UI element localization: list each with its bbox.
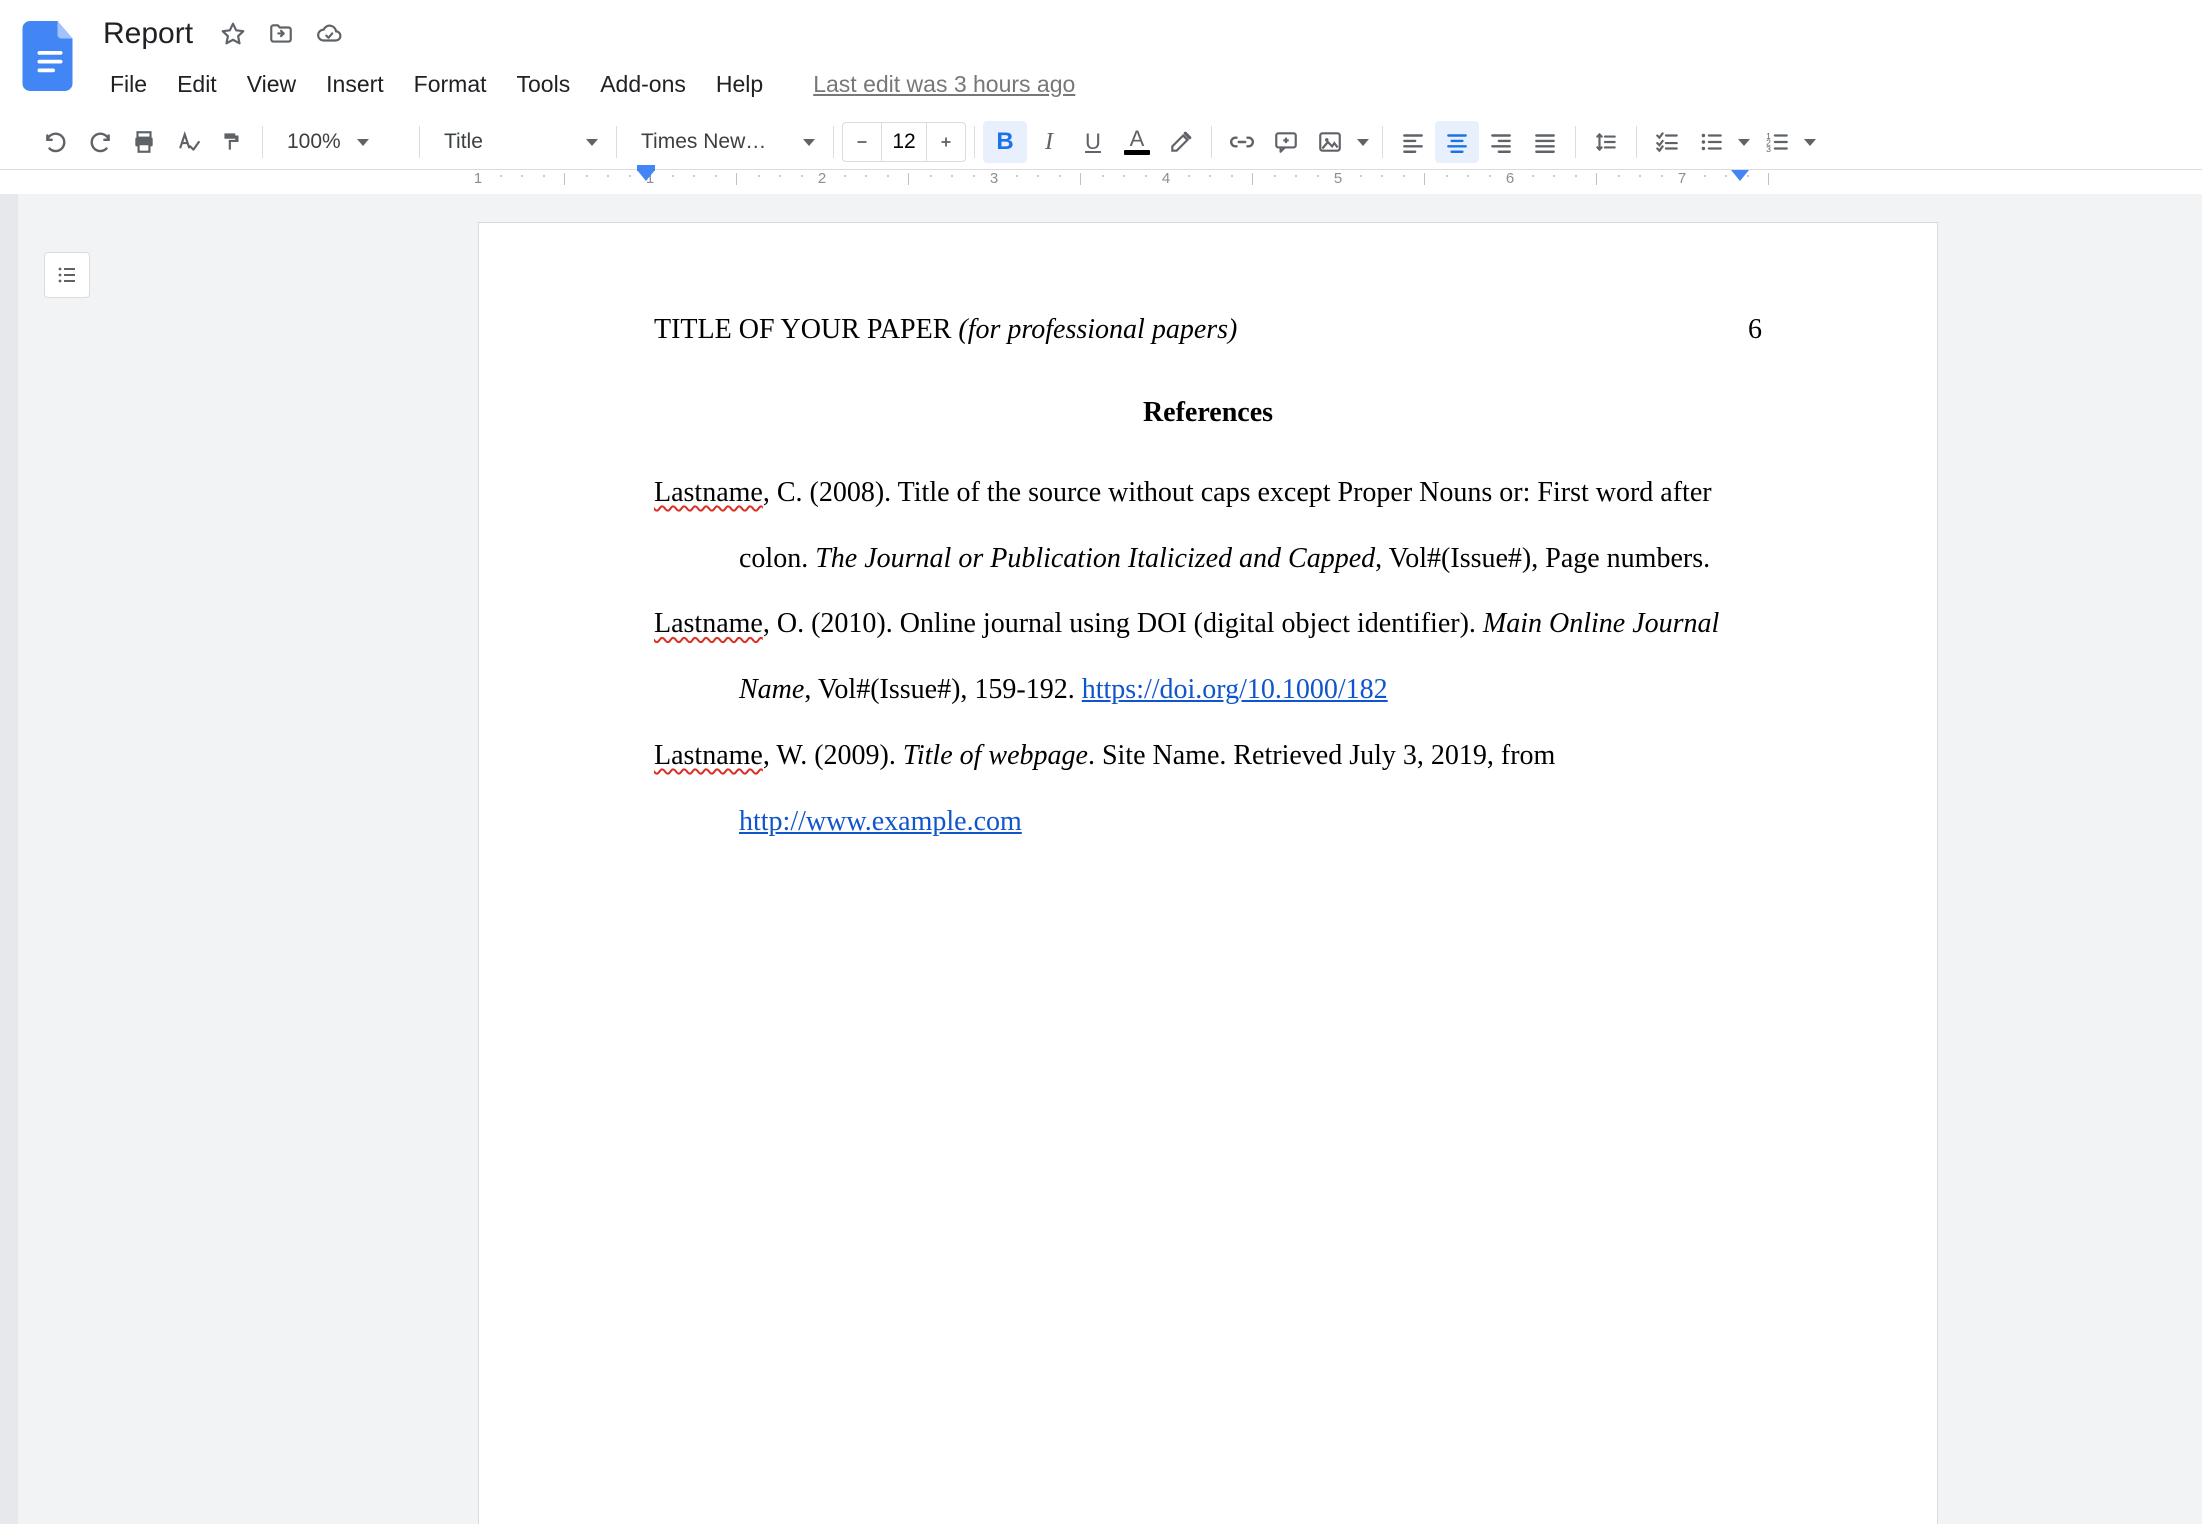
- decrease-font-size-button[interactable]: [843, 123, 881, 161]
- running-head-title: TITLE OF YOUR PAPER: [654, 314, 958, 345]
- caret-down-icon: [1738, 139, 1750, 146]
- insert-image-caret[interactable]: [1352, 121, 1374, 163]
- undo-button[interactable]: [34, 121, 78, 163]
- menu-view[interactable]: View: [233, 65, 310, 104]
- bulleted-list-caret[interactable]: [1733, 121, 1755, 163]
- zoom-select[interactable]: 100%: [271, 121, 411, 163]
- underline-button[interactable]: U: [1071, 121, 1115, 163]
- toolbar-separator: [1211, 126, 1212, 158]
- menu-format[interactable]: Format: [400, 65, 501, 104]
- menu-insert[interactable]: Insert: [312, 65, 398, 104]
- toolbar-separator: [1636, 126, 1637, 158]
- star-icon[interactable]: [218, 19, 248, 49]
- insert-link-button[interactable]: [1220, 121, 1264, 163]
- svg-text:3: 3: [1766, 144, 1771, 154]
- page-number: 6: [1748, 313, 1762, 347]
- checklist-button[interactable]: [1645, 121, 1689, 163]
- section-title: References: [654, 393, 1762, 432]
- toolbar-separator: [833, 126, 834, 158]
- numbered-list-caret[interactable]: [1799, 121, 1821, 163]
- ruler-number: 7: [1678, 170, 1686, 187]
- toolbar-separator: [616, 126, 617, 158]
- add-comment-button[interactable]: [1264, 121, 1308, 163]
- increase-font-size-button[interactable]: [927, 123, 965, 161]
- text-color-button[interactable]: A: [1115, 121, 1159, 163]
- ruler-number: 5: [1334, 170, 1342, 187]
- document-title-input[interactable]: Report: [96, 12, 200, 56]
- bulleted-list-button[interactable]: [1689, 121, 1733, 163]
- reference-entry: Lastname, W. (2009). Title of webpage. S…: [654, 723, 1762, 855]
- paragraph-style-select[interactable]: Title: [428, 121, 608, 163]
- ruler[interactable]: 11234567: [0, 170, 2202, 194]
- cloud-status-icon[interactable]: [314, 19, 344, 49]
- insert-image-button[interactable]: [1308, 121, 1352, 163]
- caret-down-icon: [357, 139, 369, 146]
- right-indent-marker[interactable]: [1731, 170, 1749, 181]
- toolbar-separator: [1575, 126, 1576, 158]
- toolbar-separator: [262, 126, 263, 158]
- first-line-indent-marker[interactable]: [637, 170, 655, 181]
- app-header: Report File Edit View Insert Format Tool…: [0, 0, 2202, 114]
- line-spacing-button[interactable]: [1584, 121, 1628, 163]
- hyperlink[interactable]: http://www.example.com: [739, 806, 1022, 837]
- align-right-button[interactable]: [1479, 121, 1523, 163]
- paint-format-button[interactable]: [210, 121, 254, 163]
- align-justify-button[interactable]: [1523, 121, 1567, 163]
- menubar: File Edit View Insert Format Tools Add-o…: [96, 64, 1089, 104]
- ruler-number: 4: [1162, 170, 1170, 187]
- numbered-list-button[interactable]: 123: [1755, 121, 1799, 163]
- running-head-note: (for professional papers): [958, 314, 1237, 345]
- hyperlink[interactable]: https://doi.org/10.1000/182: [1082, 674, 1388, 705]
- docs-logo-icon[interactable]: [20, 16, 80, 96]
- menu-file[interactable]: File: [96, 65, 161, 104]
- italic-button[interactable]: I: [1027, 121, 1071, 163]
- paragraph-style-value: Title: [444, 130, 483, 154]
- menu-addons[interactable]: Add-ons: [586, 65, 700, 104]
- spellcheck-squiggle: Lastname: [654, 740, 763, 771]
- spellcheck-squiggle: Lastname: [654, 477, 763, 508]
- caret-down-icon: [803, 139, 815, 146]
- reference-entry: Lastname, C. (2008). Title of the source…: [654, 460, 1762, 592]
- align-center-button[interactable]: [1435, 121, 1479, 163]
- caret-down-icon: [586, 139, 598, 146]
- ruler-number: 2: [818, 170, 826, 187]
- caret-down-icon: [1357, 139, 1369, 146]
- last-edit-link[interactable]: Last edit was 3 hours ago: [799, 65, 1089, 104]
- left-gutter: [0, 194, 18, 1524]
- font-family-select[interactable]: Times New…: [625, 121, 825, 163]
- italic-text: The Journal or Publication Italicized an…: [815, 543, 1375, 574]
- references-list: Lastname, C. (2008). Title of the source…: [654, 460, 1762, 855]
- toolbar: 100% Title Times New… B I U A 123: [0, 114, 2202, 170]
- workspace: TITLE OF YOUR PAPER (for professional pa…: [0, 194, 2202, 1524]
- menu-tools[interactable]: Tools: [503, 65, 585, 104]
- reference-entry: Lastname, O. (2010). Online journal usin…: [654, 591, 1762, 723]
- menu-edit[interactable]: Edit: [163, 65, 231, 104]
- highlight-color-button[interactable]: [1159, 121, 1203, 163]
- spellcheck-button[interactable]: [166, 121, 210, 163]
- ruler-number: 1: [474, 170, 482, 187]
- font-size-group: [842, 122, 966, 162]
- bold-button[interactable]: B: [983, 121, 1027, 163]
- ruler-number: 6: [1506, 170, 1514, 187]
- zoom-value: 100%: [287, 130, 341, 154]
- font-size-input[interactable]: [881, 123, 927, 161]
- italic-text: Title of webpage: [903, 740, 1088, 771]
- toolbar-separator: [1382, 126, 1383, 158]
- menu-help[interactable]: Help: [702, 65, 777, 104]
- ruler-number: 3: [990, 170, 998, 187]
- spellcheck-squiggle: Lastname: [654, 608, 763, 639]
- redo-button[interactable]: [78, 121, 122, 163]
- toolbar-separator: [974, 126, 975, 158]
- document-page[interactable]: TITLE OF YOUR PAPER (for professional pa…: [478, 222, 1938, 1524]
- print-button[interactable]: [122, 121, 166, 163]
- caret-down-icon: [1804, 139, 1816, 146]
- align-left-button[interactable]: [1391, 121, 1435, 163]
- font-family-value: Times New…: [641, 130, 766, 154]
- running-head: TITLE OF YOUR PAPER (for professional pa…: [654, 313, 1762, 347]
- outline-toggle-button[interactable]: [44, 252, 90, 298]
- toolbar-separator: [419, 126, 420, 158]
- move-to-folder-icon[interactable]: [266, 19, 296, 49]
